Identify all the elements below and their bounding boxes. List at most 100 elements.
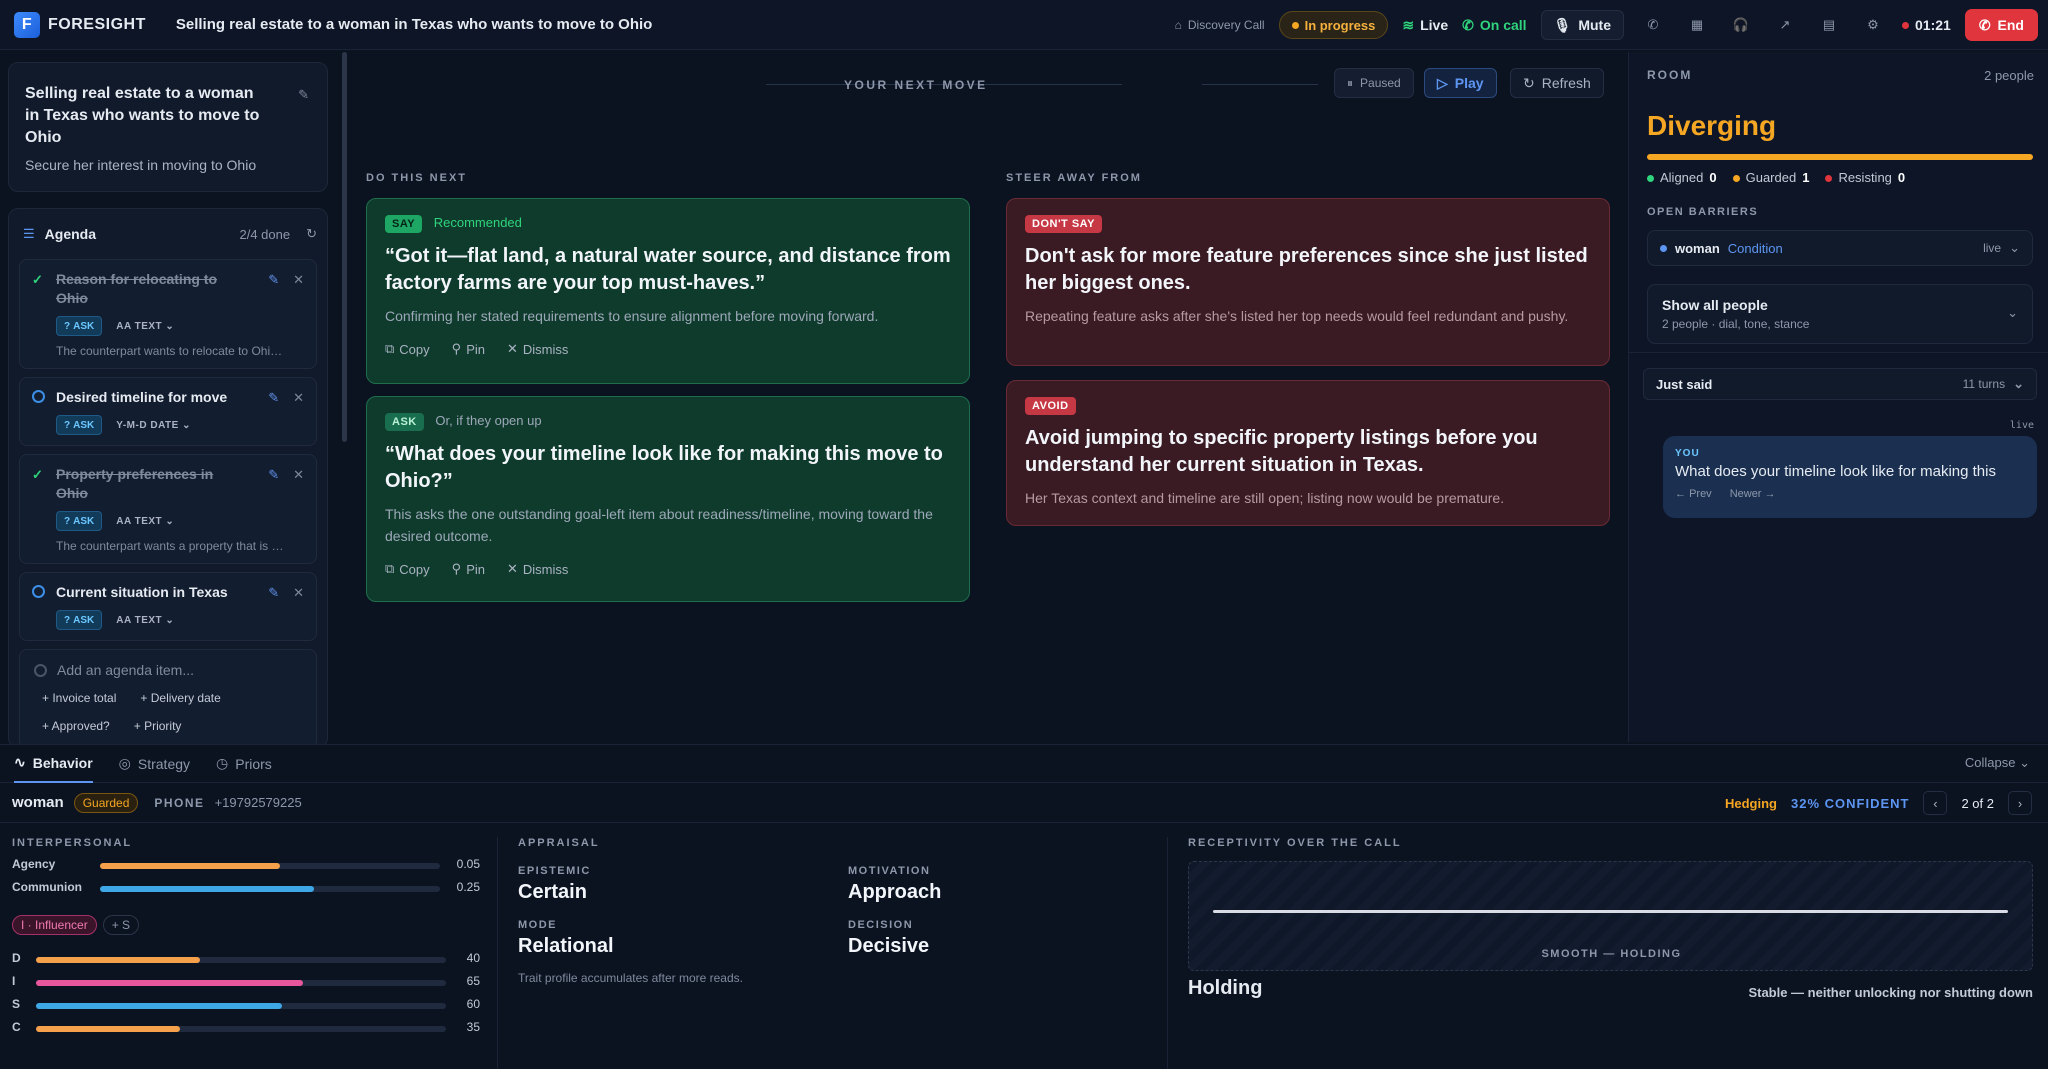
disc-key: S (12, 997, 20, 1011)
call-type-label: Discovery Call (1187, 18, 1265, 32)
edit-pencil-icon[interactable]: ✎ (268, 272, 279, 288)
prev-page-button[interactable]: ‹ (1923, 791, 1948, 815)
add-agenda-input[interactable]: Add an agenda item... (57, 662, 194, 678)
dismiss-button[interactable]: ✕ Dismiss (507, 561, 568, 577)
edit-pencil-icon[interactable]: ✎ (298, 87, 309, 103)
next-page-button[interactable]: › (2008, 791, 2032, 815)
edit-pencil-icon[interactable]: ✎ (268, 467, 279, 483)
stance-label: Resisting (1838, 170, 1892, 185)
type-select[interactable]: AA TEXT ⌄ (116, 321, 174, 332)
circle-icon (34, 663, 47, 677)
pin-icon: ⚲ (451, 561, 462, 576)
barrier-row[interactable]: woman Condition live ⌄ (1647, 230, 2033, 266)
agenda-item-title: Property preferences in Ohio (56, 466, 214, 501)
hangup-icon: ✆ (1978, 16, 1991, 33)
play-button[interactable]: ▷ Play (1424, 68, 1497, 98)
agenda-item-title: Reason for relocating to Ohio (56, 271, 218, 306)
confidence-row: Hedging 32% CONFIDENT ‹ 2 of 2 › (1725, 791, 2032, 815)
close-icon[interactable]: ✕ (293, 390, 304, 406)
disc-key: D (12, 951, 21, 965)
dismiss-button[interactable]: ✕ Dismiss (507, 341, 568, 357)
call-phone-icon[interactable]: ✆ (1638, 10, 1668, 40)
phone-forward-icon[interactable]: ↗ (1770, 10, 1800, 40)
close-icon[interactable]: ✕ (293, 585, 304, 601)
call-type-tag[interactable]: ⌂ Discovery Call (1175, 18, 1265, 32)
agenda-item[interactable]: Desired timeline for move ✎ ✕ ? ASK Y-M-D … (19, 377, 317, 446)
epistemic-value: Certain (518, 881, 587, 903)
tab-priors[interactable]: ◷ Priors (216, 745, 272, 783)
newer-button[interactable]: Newer → (1730, 488, 1776, 500)
agenda-item-title: Desired timeline for move (56, 389, 228, 405)
suggestion-chip[interactable]: + Approved? (34, 716, 118, 736)
communion-value: 0.25 (456, 880, 480, 894)
bottom-tabs: ∿ Behavior ◎ Strategy ◷ Priors Collapse ⌄ (0, 745, 2048, 783)
receptivity-desc: Stable — neither unlocking nor shutting … (1748, 985, 2033, 1000)
pin-button[interactable]: ⚲ Pin (452, 341, 485, 357)
app-logo[interactable]: F FORESIGHT (14, 11, 146, 38)
wifi-icon: ≋ (1402, 16, 1415, 33)
type-select[interactable]: AA TEXT ⌄ (116, 615, 174, 626)
suggestion-chip[interactable]: + Priority (126, 716, 190, 736)
avoid-card: AVOID Avoid jumping to specific property… (1006, 380, 1610, 526)
type-select[interactable]: Y-M-D DATE ⌄ (116, 420, 191, 431)
copy-button[interactable]: ⧉ Copy (385, 561, 430, 577)
tab-strategy[interactable]: ◎ Strategy (119, 745, 190, 783)
close-icon[interactable]: ✕ (293, 467, 304, 483)
play-icon: ▷ (1437, 74, 1448, 91)
pause-icon: ⏸ (1347, 75, 1354, 90)
receptivity-state: Holding (1188, 977, 1263, 999)
pin-button[interactable]: ⚲ Pin (452, 561, 485, 577)
ask-badge-label: ASK (73, 515, 95, 527)
deal-title: Selling real estate to a woman in Texas … (25, 85, 260, 146)
paused-button[interactable]: ⏸ Paused (1334, 68, 1414, 98)
suggestion-chip[interactable]: + Delivery date (132, 688, 228, 708)
copy-label: Copy (399, 561, 430, 577)
show-all-people[interactable]: Show all people 2 people · dial, tone, s… (1647, 284, 2033, 344)
suggestion-chip[interactable]: + Invoice total (34, 688, 124, 708)
say-quote: “Got it—flat land, a natural water sourc… (385, 245, 951, 294)
just-said-label: Just said (1656, 376, 1713, 392)
phone-icon: ✆ (1462, 16, 1474, 33)
refresh-icon[interactable]: ↻ (306, 226, 317, 242)
deal-card: Selling real estate to a woman in Texas … (8, 62, 328, 192)
disc-fill (36, 957, 200, 963)
gear-icon[interactable]: ⚙ (1858, 10, 1888, 40)
copy-button[interactable]: ⧉ Copy (385, 341, 430, 357)
ask-badge-label: ASK (73, 419, 95, 431)
layout-icon[interactable]: ▤ (1814, 10, 1844, 40)
mute-button[interactable]: 🎙 Mute (1540, 10, 1624, 40)
edit-pencil-icon[interactable]: ✎ (268, 390, 279, 406)
left-scrollbar[interactable] (342, 52, 347, 442)
edit-pencil-icon[interactable]: ✎ (268, 585, 279, 601)
collapse-button[interactable]: Collapse ⌄ (1965, 755, 2030, 771)
agenda-item[interactable]: ✓ Reason for relocating to Ohio ✎ ✕ ? ASK … (19, 259, 317, 369)
headphones-icon[interactable]: 🎧 (1726, 10, 1756, 40)
motivation-value: Approach (848, 881, 942, 903)
confidence-label: 32% CONFIDENT (1791, 795, 1910, 811)
refresh-label: Refresh (1541, 75, 1591, 91)
oncall-label: On call (1479, 17, 1527, 33)
agenda-item[interactable]: Current situation in Texas ✎ ✕ ? ASK AA TE… (19, 572, 317, 641)
grid-icon[interactable]: ▦ (1682, 10, 1712, 40)
stance-label: Aligned (1660, 170, 1704, 185)
ask-badge-label: ASK (73, 614, 95, 626)
add-agenda-item[interactable]: Add an agenda item... + Invoice total + … (19, 649, 317, 749)
agenda-header: ☰ Agenda 2/4 done ↻ (19, 209, 317, 259)
disc-primary-badge: I · Influencer (12, 915, 97, 935)
type-select[interactable]: AA TEXT ⌄ (116, 516, 174, 527)
agenda-item[interactable]: ✓ Property preferences in Ohio ✎ ✕ ? ASK A… (19, 454, 317, 564)
disc-value: 35 (466, 1020, 480, 1034)
end-call-button[interactable]: ✆ End (1964, 9, 2038, 41)
left-panel: Selling real estate to a woman in Texas … (8, 62, 330, 749)
refresh-button[interactable]: ↻ Refresh (1510, 68, 1604, 98)
list-icon: ☰ (23, 226, 35, 241)
chevron-down-icon: ⌄ (2013, 376, 2024, 391)
stance-badge: Guarded (73, 792, 139, 813)
just-said-selector[interactable]: Just said 11 turns ⌄ (1643, 368, 2037, 400)
copy-icon: ⧉ (385, 341, 395, 356)
tab-behavior[interactable]: ∿ Behavior (14, 745, 93, 783)
close-icon[interactable]: ✕ (293, 272, 304, 288)
prev-button[interactable]: ← Prev (1675, 488, 1712, 500)
stance-aligned: Aligned 0 (1647, 170, 1717, 185)
speaker-label: YOU (1675, 448, 1700, 459)
